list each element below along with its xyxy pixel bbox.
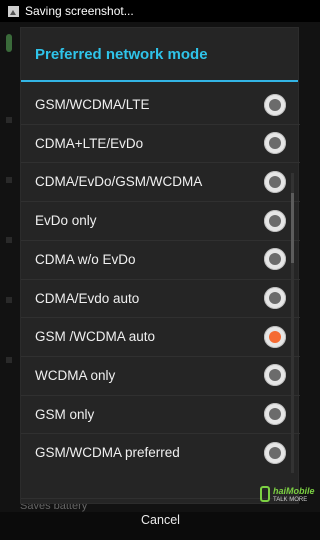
- radio-dot: [269, 175, 281, 188]
- option-label: CDMA+LTE/EvDo: [35, 135, 144, 151]
- background-back-icon: [6, 34, 12, 52]
- option-label: GSM/WCDMA/LTE: [35, 97, 150, 112]
- watermark-tagline: TALK MORE: [273, 497, 308, 503]
- network-mode-option[interactable]: CDMA/EvDo/GSM/WCDMA: [21, 162, 300, 201]
- dialog-title: Preferred network mode: [35, 45, 208, 63]
- radio-dot: [269, 369, 281, 382]
- network-mode-option[interactable]: GSM/WCDMA preferred: [21, 433, 300, 472]
- status-notification-text: Saving screenshot...: [25, 4, 134, 18]
- network-mode-option[interactable]: GSM /WCDMA auto: [21, 317, 300, 356]
- option-label: GSM /WCDMA auto: [35, 329, 156, 345]
- radio-button[interactable]: [264, 248, 286, 271]
- radio-button[interactable]: [264, 441, 286, 464]
- option-label: CDMA/EvDo/GSM/WCDMA: [35, 174, 203, 190]
- radio-dot: [269, 408, 281, 421]
- radio-dot: [269, 446, 281, 459]
- radio-button[interactable]: [264, 93, 286, 116]
- option-label: GSM/WCDMA preferred: [35, 445, 180, 461]
- picture-icon: [8, 5, 19, 17]
- radio-dot: [269, 253, 281, 266]
- preferred-network-mode-dialog: Preferred network mode GSM/WCDMA/LTE CDMA…: [20, 27, 300, 527]
- network-mode-option[interactable]: GSM/WCDMA/LTE: [21, 85, 300, 124]
- option-label: CDMA/Evdo auto: [35, 290, 140, 306]
- scrollbar-thumb[interactable]: [291, 193, 294, 263]
- cancel-button[interactable]: Cancel: [141, 513, 180, 527]
- radio-button[interactable]: [264, 403, 286, 426]
- option-label: WCDMA only: [35, 367, 116, 383]
- radio-dot: [269, 98, 281, 111]
- network-mode-option[interactable]: CDMA+LTE/EvDo: [21, 124, 300, 163]
- network-mode-option[interactable]: GSM only: [21, 395, 300, 434]
- background-item: [6, 177, 12, 183]
- watermark-brand: haiMobile: [273, 486, 315, 496]
- network-mode-option[interactable]: WCDMA only: [21, 356, 300, 395]
- network-mode-option[interactable]: EvDo only: [21, 201, 300, 240]
- background-item: [6, 237, 12, 243]
- radio-dot: [269, 292, 281, 304]
- option-label: CDMA w/o EvDo: [35, 251, 136, 267]
- phone-icon: [260, 486, 270, 502]
- status-bar: Saving screenshot...: [0, 0, 320, 22]
- watermark-logo: haiMobile TALK MORE: [260, 486, 320, 506]
- radio-button-selected[interactable]: [264, 325, 286, 348]
- background-item: [6, 297, 12, 303]
- background-item: [6, 117, 12, 123]
- radio-dot: [269, 214, 281, 227]
- network-mode-option[interactable]: CDMA/Evdo auto: [21, 279, 300, 318]
- radio-button[interactable]: [264, 287, 286, 309]
- background-item: [6, 357, 12, 363]
- radio-button[interactable]: [264, 364, 286, 387]
- option-label: EvDo only: [35, 213, 97, 229]
- cancel-button-container: Cancel: [21, 498, 300, 540]
- radio-button[interactable]: [264, 209, 286, 232]
- radio-button[interactable]: [264, 170, 286, 193]
- radio-dot: [269, 330, 281, 343]
- dialog-title-divider: [21, 80, 298, 82]
- radio-button[interactable]: [264, 132, 286, 155]
- network-mode-option[interactable]: CDMA w/o EvDo: [21, 240, 300, 279]
- radio-dot: [269, 137, 281, 150]
- option-label: GSM only: [35, 406, 95, 422]
